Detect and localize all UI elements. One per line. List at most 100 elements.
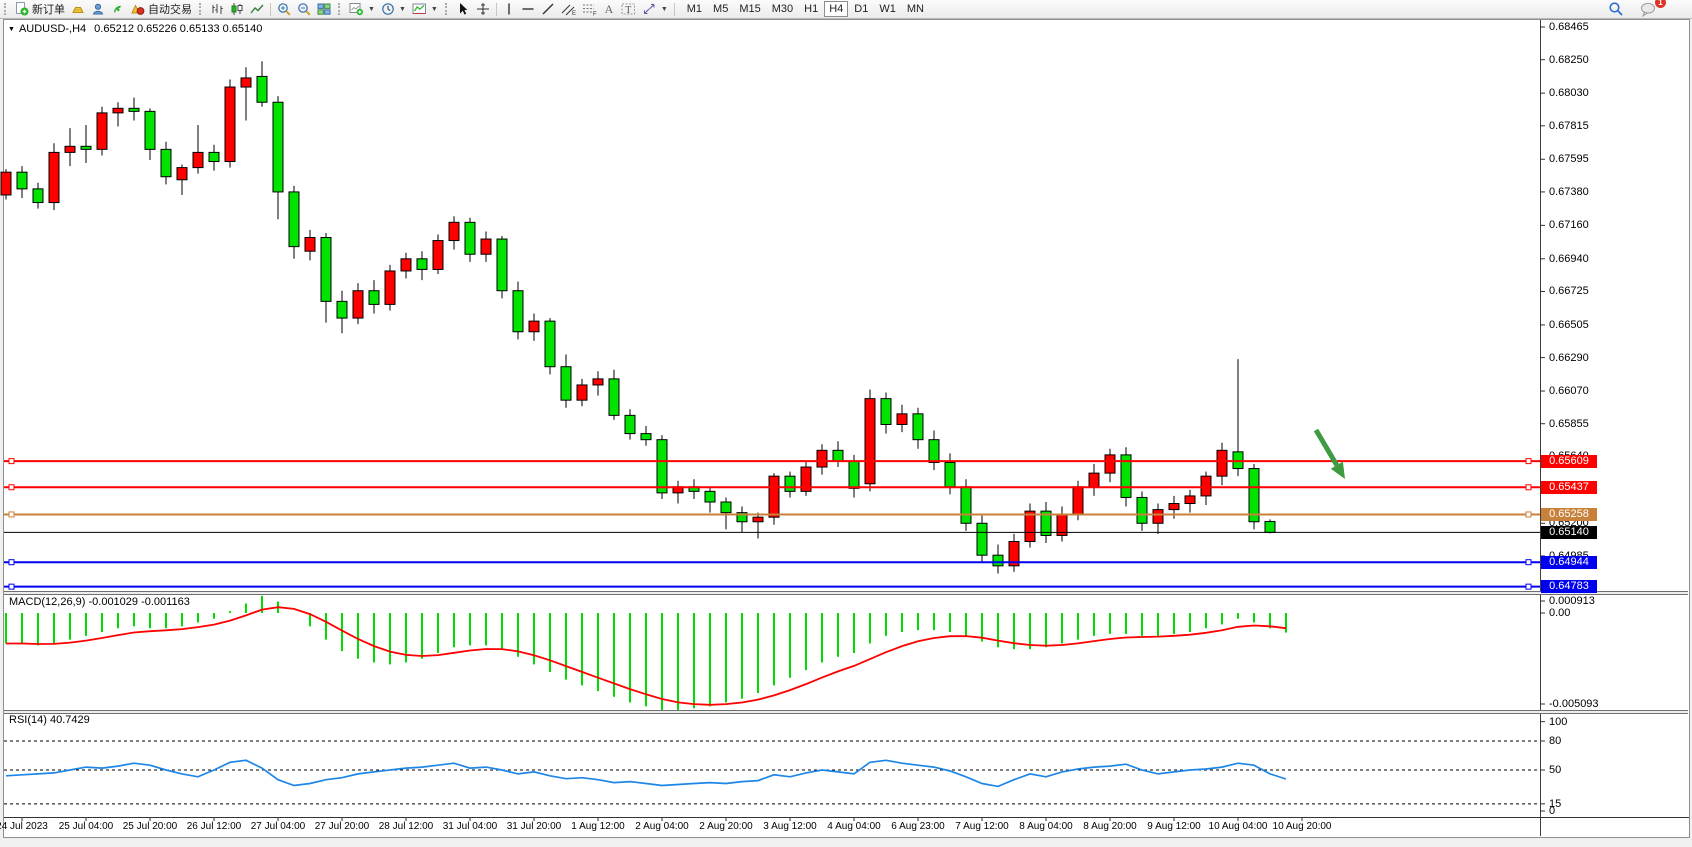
- current-price-tag: 0.65140: [1541, 526, 1597, 539]
- timeframe-m30-button[interactable]: M30: [767, 1, 798, 17]
- time-axis-label: 10 Aug 20:00: [1273, 821, 1332, 832]
- toolbar-separator: [270, 3, 271, 16]
- cursor-icon: [456, 2, 470, 16]
- time-axis-label: 4 Aug 04:00: [827, 821, 880, 832]
- periods-button[interactable]: ▼: [378, 1, 409, 17]
- autotrade-button[interactable]: 自动交易: [128, 1, 195, 17]
- fibonacci-button[interactable]: F: [579, 1, 600, 17]
- zoom-in-icon: [277, 2, 291, 16]
- chart-dropdown-icon[interactable]: ▼: [8, 26, 15, 33]
- vertical-line-icon: [503, 2, 515, 16]
- autotrade-label: 自动交易: [148, 1, 192, 17]
- tile-windows-icon: [317, 2, 331, 16]
- chart-symbol-timeframe: AUDUSD-,H4: [19, 23, 86, 35]
- toolbar: 新订单 自动交易: [0, 0, 1692, 19]
- gold-button[interactable]: [68, 1, 88, 17]
- macd-tick-label: 0.000913: [1549, 595, 1595, 607]
- signal-icon: [111, 2, 125, 16]
- line-chart-button[interactable]: [247, 1, 267, 17]
- timeframe-h1-button[interactable]: H1: [799, 1, 823, 17]
- price-tick-label: 0.68465: [1549, 21, 1589, 33]
- tile-windows-button[interactable]: [314, 1, 334, 17]
- macd-tick-label: -0.005093: [1549, 698, 1599, 710]
- pane-splitter-macd[interactable]: [4, 591, 1688, 595]
- timeframe-h4-button[interactable]: H4: [824, 1, 848, 17]
- time-axis-label: 3 Aug 12:00: [763, 821, 816, 832]
- timeframe-d1-button[interactable]: D1: [849, 1, 873, 17]
- new-order-label: 新订单: [32, 1, 65, 17]
- time-axis-label: 27 Jul 20:00: [315, 821, 370, 832]
- toolbar-separator: [496, 3, 497, 16]
- horizontal-line-button[interactable]: [518, 1, 538, 17]
- hline-price-tag: 0.65258: [1541, 508, 1597, 521]
- vertical-line-button[interactable]: [500, 1, 518, 17]
- timeframe-m1-button[interactable]: M1: [682, 1, 707, 17]
- cursor-button[interactable]: [453, 1, 473, 17]
- pane-splitter-rsi[interactable]: [4, 710, 1688, 714]
- equidistant-channel-icon: E: [561, 2, 576, 16]
- bar-chart-icon: [210, 2, 224, 16]
- indicators-add-button[interactable]: ▼: [346, 1, 378, 17]
- zoom-out-button[interactable]: [294, 1, 314, 17]
- new-order-button[interactable]: 新订单: [12, 1, 68, 17]
- toolbar-right: 1: [1605, 1, 1660, 17]
- candlestick-chart-icon: [230, 2, 244, 16]
- time-axis-border: [4, 817, 1689, 818]
- rsi-tick-label: 80: [1549, 735, 1561, 747]
- time-axis-label: 2 Aug 20:00: [699, 821, 752, 832]
- timeframe-m15-button[interactable]: M15: [734, 1, 765, 17]
- time-axis-label: 10 Aug 04:00: [1209, 821, 1268, 832]
- timeframe-w1-button[interactable]: W1: [874, 1, 901, 17]
- periods-clock-icon: [381, 2, 395, 16]
- dropdown-caret-icon: ▼: [368, 6, 375, 13]
- candlestick-chart-button[interactable]: [227, 1, 247, 17]
- macd-tick-label: 0.00: [1549, 607, 1570, 619]
- crosshair-icon: [476, 2, 490, 16]
- time-axis-label: 25 Jul 20:00: [123, 821, 178, 832]
- trendline-icon: [541, 2, 555, 16]
- chart-title[interactable]: ▼AUDUSD-,H40.65212 0.65226 0.65133 0.651…: [8, 23, 262, 35]
- bar-chart-button[interactable]: [207, 1, 227, 17]
- price-tick-label: 0.66940: [1549, 253, 1589, 265]
- hline-price-tag: 0.65437: [1541, 481, 1597, 494]
- notification-badge: 1: [1655, 0, 1666, 8]
- toolbar-grip: [445, 3, 450, 15]
- templates-button[interactable]: ▼: [409, 1, 441, 17]
- autotrade-icon: [131, 2, 145, 16]
- price-tick-label: 0.67160: [1549, 219, 1589, 231]
- indicators-add-icon: [349, 2, 364, 16]
- publisher-button[interactable]: [88, 1, 108, 17]
- toolbar-grip: [4, 3, 9, 15]
- chart-window[interactable]: [3, 19, 1690, 838]
- text-button[interactable]: A: [600, 1, 618, 17]
- search-button[interactable]: [1605, 1, 1627, 17]
- fibonacci-icon: F: [582, 2, 597, 16]
- notifications-button[interactable]: 1: [1637, 1, 1660, 17]
- timeframe-toolbar: M1M5M15M30H1H4D1W1MN: [682, 1, 929, 17]
- equidistant-channel-button[interactable]: E: [558, 1, 579, 17]
- crosshair-button[interactable]: [473, 1, 493, 17]
- timeframe-m5-button[interactable]: M5: [708, 1, 733, 17]
- timeframe-mn-button[interactable]: MN: [902, 1, 929, 17]
- zoom-in-button[interactable]: [274, 1, 294, 17]
- horizontal-line-icon: [521, 2, 535, 16]
- gold-icon: [71, 2, 85, 16]
- time-axis-label: 8 Aug 20:00: [1083, 821, 1136, 832]
- toolbar-grip: [199, 3, 204, 15]
- trading-platform-window: 新订单 自动交易: [0, 0, 1692, 847]
- rsi-value: 40.7429: [50, 714, 90, 726]
- price-tick-label: 0.67595: [1549, 153, 1589, 165]
- label-icon: T: [621, 2, 636, 16]
- svg-text:F: F: [593, 12, 597, 17]
- signal-button[interactable]: [108, 1, 128, 17]
- label-button[interactable]: T: [618, 1, 639, 17]
- time-axis-label: 6 Aug 23:00: [891, 821, 944, 832]
- svg-text:E: E: [572, 11, 576, 16]
- time-axis-label: 24 Jul 2023: [0, 821, 48, 832]
- arrow-tools-button[interactable]: ▼: [639, 1, 671, 17]
- trendline-button[interactable]: [538, 1, 558, 17]
- rsi-tick-label: 100: [1549, 716, 1567, 728]
- text-icon: A: [603, 2, 615, 16]
- time-axis-label: 2 Aug 04:00: [635, 821, 688, 832]
- hline-price-tag: 0.64944: [1541, 556, 1597, 569]
